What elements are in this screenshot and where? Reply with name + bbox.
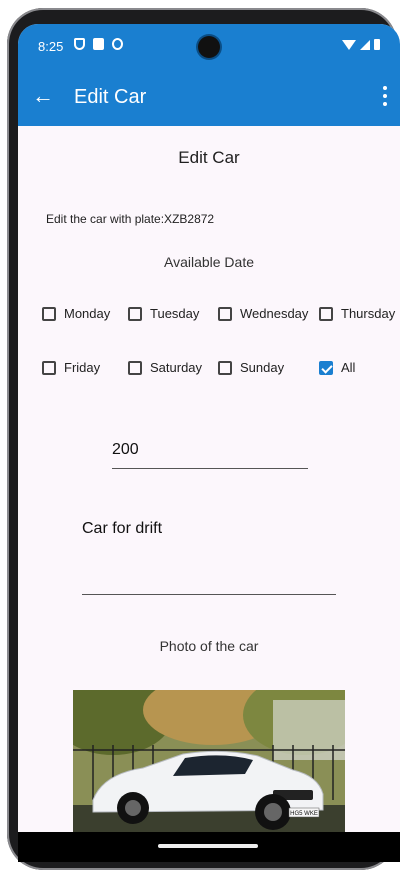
- edit-car-form: Edit Car Edit the car with plate:XZB2872…: [18, 126, 400, 862]
- checkbox-thursday[interactable]: Thursday: [319, 306, 395, 321]
- checkbox-box[interactable]: [218, 360, 232, 375]
- checkbox-box[interactable]: [42, 360, 56, 375]
- app-bar-title: Edit Car: [74, 86, 147, 108]
- checkbox-all[interactable]: All: [319, 360, 355, 375]
- checkbox-tuesday[interactable]: Tuesday: [128, 306, 199, 321]
- app-bar: ← Edit Car: [18, 70, 400, 126]
- checkbox-box[interactable]: [319, 360, 333, 375]
- back-arrow-icon[interactable]: ←: [32, 84, 54, 108]
- photo-label: Photo of the car: [159, 638, 259, 654]
- checkbox-box[interactable]: [218, 306, 232, 321]
- plate-text: Edit the car with plate:XZB2872: [46, 212, 215, 226]
- available-date-label: Available Date: [163, 254, 255, 270]
- page-title: Edit Car: [178, 148, 240, 167]
- checkbox-label: Tuesday: [150, 306, 200, 321]
- sync-icon: [112, 38, 123, 50]
- screen: 8:25 ← Edit Car Edit Car Edit the car wi…: [18, 24, 400, 862]
- checkbox-wednesday[interactable]: Wednesday: [218, 306, 308, 321]
- front-camera: [198, 36, 220, 58]
- checkbox-label: Monday: [64, 306, 111, 321]
- price-input[interactable]: 200: [112, 436, 308, 469]
- status-time: 8:25: [38, 39, 64, 54]
- checkbox-label: Sunday: [240, 360, 285, 375]
- checkbox-saturday[interactable]: Saturday: [128, 360, 202, 375]
- wifi-icon: [342, 39, 356, 50]
- checkbox-box[interactable]: [319, 306, 333, 321]
- checkbox-monday[interactable]: Monday: [42, 306, 110, 321]
- overflow-menu-icon[interactable]: [382, 86, 388, 106]
- clipboard-icon: [93, 38, 104, 50]
- status-notification-icons: [74, 38, 123, 50]
- checkbox-label: Friday: [64, 360, 101, 375]
- home-gesture-handle[interactable]: [158, 844, 258, 848]
- shield-icon: [74, 38, 85, 50]
- checkbox-label: Saturday: [150, 360, 203, 375]
- checkbox-sunday[interactable]: Sunday: [218, 360, 284, 375]
- checkbox-label: Wednesday: [240, 306, 309, 321]
- description-input[interactable]: Car for drift: [82, 520, 336, 595]
- checkbox-box[interactable]: [128, 306, 142, 321]
- checkbox-box[interactable]: [42, 306, 56, 321]
- battery-icon: [374, 39, 380, 50]
- navigation-bar: [18, 832, 400, 862]
- status-bar: 8:25: [18, 24, 400, 70]
- checkbox-label: Thursday: [341, 306, 396, 321]
- checkbox-label: All: [341, 360, 356, 375]
- checkbox-friday[interactable]: Friday: [42, 360, 100, 375]
- status-system-icons: [342, 39, 380, 50]
- checkbox-box[interactable]: [128, 360, 142, 375]
- license-plate-text: HG5 WKE: [290, 811, 318, 817]
- signal-icon: [360, 39, 370, 50]
- car-photo: HG5 WKE: [73, 690, 345, 836]
